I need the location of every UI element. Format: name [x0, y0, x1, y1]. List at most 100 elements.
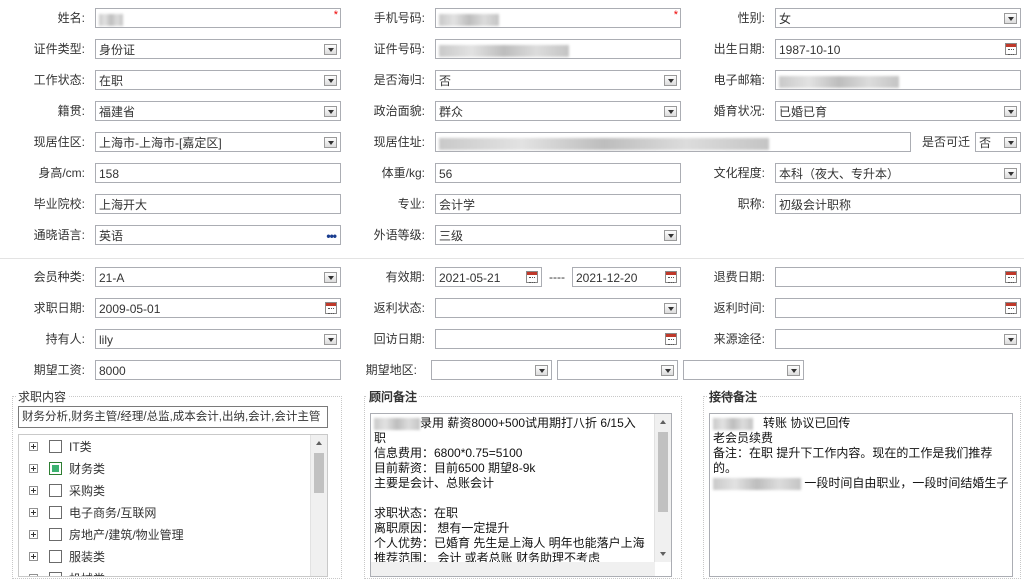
political-select[interactable]: 群众: [435, 101, 681, 121]
calendar-icon[interactable]: [665, 333, 677, 345]
horizontal-scrollbar[interactable]: [371, 562, 655, 576]
scroll-down-icon[interactable]: [655, 546, 671, 562]
chevron-down-icon[interactable]: [787, 365, 800, 376]
revisit-date-input[interactable]: [435, 329, 681, 349]
chevron-down-icon[interactable]: [1004, 106, 1017, 117]
chevron-down-icon[interactable]: [1004, 137, 1017, 148]
expand-icon[interactable]: [29, 552, 38, 561]
birth-date-input[interactable]: 1987-10-10: [775, 39, 1021, 59]
expand-icon[interactable]: [29, 530, 38, 539]
chevron-down-icon[interactable]: [324, 334, 337, 345]
chevron-down-icon[interactable]: [324, 137, 337, 148]
checkbox[interactable]: [49, 528, 62, 541]
advisor-note-line: 目前薪资：目前6500 期望8-9k: [374, 461, 536, 475]
vertical-scrollbar[interactable]: [654, 414, 671, 562]
tree-item-label: 财务类: [69, 462, 106, 476]
title-label: 职称:: [737, 197, 765, 211]
checkbox[interactable]: [49, 484, 62, 497]
area-city-select[interactable]: [557, 360, 678, 380]
chevron-down-icon[interactable]: [664, 230, 677, 241]
job-category-tree[interactable]: IT类 财务类 采购类 电子商务/互联网 房地产/建筑/物业管理 服装类 机械类: [18, 434, 328, 577]
foreign-level-select[interactable]: 三级: [435, 225, 681, 245]
expand-icon[interactable]: [29, 464, 38, 473]
name-input[interactable]: *: [95, 8, 341, 28]
area-province-select[interactable]: [431, 360, 552, 380]
relocate-select[interactable]: 否: [975, 132, 1021, 152]
chevron-down-icon[interactable]: [664, 303, 677, 314]
reception-notes-textarea[interactable]: 转账 协议已回传 老会员续费 备注：在职 提升下工作内容。现在的工作是我们推荐 …: [709, 413, 1013, 577]
checkbox[interactable]: [49, 506, 62, 519]
chevron-down-icon[interactable]: [1004, 334, 1017, 345]
holder-select[interactable]: lily: [95, 329, 341, 349]
salary-input[interactable]: 8000: [95, 360, 341, 380]
work-status-select[interactable]: 在职: [95, 70, 341, 90]
school-input[interactable]: 上海开大: [95, 194, 341, 214]
expand-icon[interactable]: [29, 486, 38, 495]
chevron-down-icon[interactable]: [664, 106, 677, 117]
chevron-down-icon[interactable]: [661, 365, 674, 376]
salary-label: 期望工资:: [33, 363, 85, 377]
valid-to-input[interactable]: 2021-12-20: [572, 267, 681, 287]
marital-label: 婚育状况:: [713, 104, 765, 118]
chevron-down-icon[interactable]: [324, 272, 337, 283]
language-picker[interactable]: 英语 •••: [95, 225, 341, 245]
job-content-summary[interactable]: 财务分析,财务主管/经理/总监,成本会计,出纳,会计,会计主管: [18, 406, 328, 428]
job-date-input[interactable]: 2009-05-01: [95, 298, 341, 318]
chevron-down-icon[interactable]: [324, 44, 337, 55]
overseas-select[interactable]: 否: [435, 70, 681, 90]
scroll-thumb[interactable]: [314, 453, 324, 493]
chevron-down-icon[interactable]: [324, 75, 337, 86]
valid-from-input[interactable]: 2021-05-21: [435, 267, 542, 287]
redacted-value: [439, 13, 499, 26]
expand-icon[interactable]: [29, 442, 38, 451]
chevron-down-icon[interactable]: [1004, 13, 1017, 24]
calendar-icon[interactable]: [1005, 302, 1017, 314]
checkbox[interactable]: [49, 550, 62, 563]
address-input[interactable]: [435, 132, 911, 152]
residence-area-value: 上海市-上海市-[嘉定区]: [99, 136, 222, 150]
idno-input[interactable]: [435, 39, 681, 59]
vertical-scrollbar[interactable]: [310, 435, 327, 576]
checkbox-checked[interactable]: [49, 462, 62, 475]
calendar-icon[interactable]: [1005, 43, 1017, 55]
checkbox[interactable]: [49, 572, 62, 576]
chevron-down-icon[interactable]: [535, 365, 548, 376]
residence-area-select[interactable]: 上海市-上海市-[嘉定区]: [95, 132, 341, 152]
advisor-note-line: 职: [374, 431, 387, 445]
chevron-down-icon[interactable]: [664, 75, 677, 86]
gender-select[interactable]: 女: [775, 8, 1021, 28]
scroll-thumb[interactable]: [658, 432, 668, 512]
chevron-down-icon[interactable]: [324, 106, 337, 117]
advisor-notes-textarea[interactable]: 录用 薪资8000+500试用期打八折 6/15入 职 信息费用：6800*0.…: [370, 413, 672, 577]
area-district-select[interactable]: [683, 360, 804, 380]
calendar-icon[interactable]: [665, 271, 677, 283]
marital-select[interactable]: 已婚已育: [775, 101, 1021, 121]
native-select[interactable]: 福建省: [95, 101, 341, 121]
title-input[interactable]: 初级会计职称: [775, 194, 1021, 214]
weight-input[interactable]: 56: [435, 163, 681, 183]
scroll-up-icon[interactable]: [655, 414, 671, 430]
calendar-icon[interactable]: [1005, 271, 1017, 283]
calendar-icon[interactable]: [325, 302, 337, 314]
more-icon[interactable]: •••: [326, 226, 337, 244]
member-type-select[interactable]: 21-A: [95, 267, 341, 287]
major-value: 会计学: [439, 198, 476, 212]
rebate-time-input[interactable]: [775, 298, 1021, 318]
expand-icon[interactable]: [29, 508, 38, 517]
calendar-icon[interactable]: [526, 271, 538, 283]
refund-date-input[interactable]: [775, 267, 1021, 287]
major-input[interactable]: 会计学: [435, 194, 681, 214]
phone-input[interactable]: *: [435, 8, 681, 28]
source-select[interactable]: [775, 329, 1021, 349]
education-select[interactable]: 本科（夜大、专升本）: [775, 163, 1021, 183]
scroll-up-icon[interactable]: [311, 435, 327, 451]
redacted-value: [779, 75, 899, 88]
email-input[interactable]: [775, 70, 1021, 90]
idtype-select[interactable]: 身份证: [95, 39, 341, 59]
rebate-status-select[interactable]: [435, 298, 681, 318]
height-input[interactable]: 158: [95, 163, 341, 183]
chevron-down-icon[interactable]: [1004, 168, 1017, 179]
rebate-time-label: 返利时间:: [713, 301, 765, 315]
valid-from-value: 2021-05-21: [439, 271, 501, 285]
checkbox[interactable]: [49, 440, 62, 453]
